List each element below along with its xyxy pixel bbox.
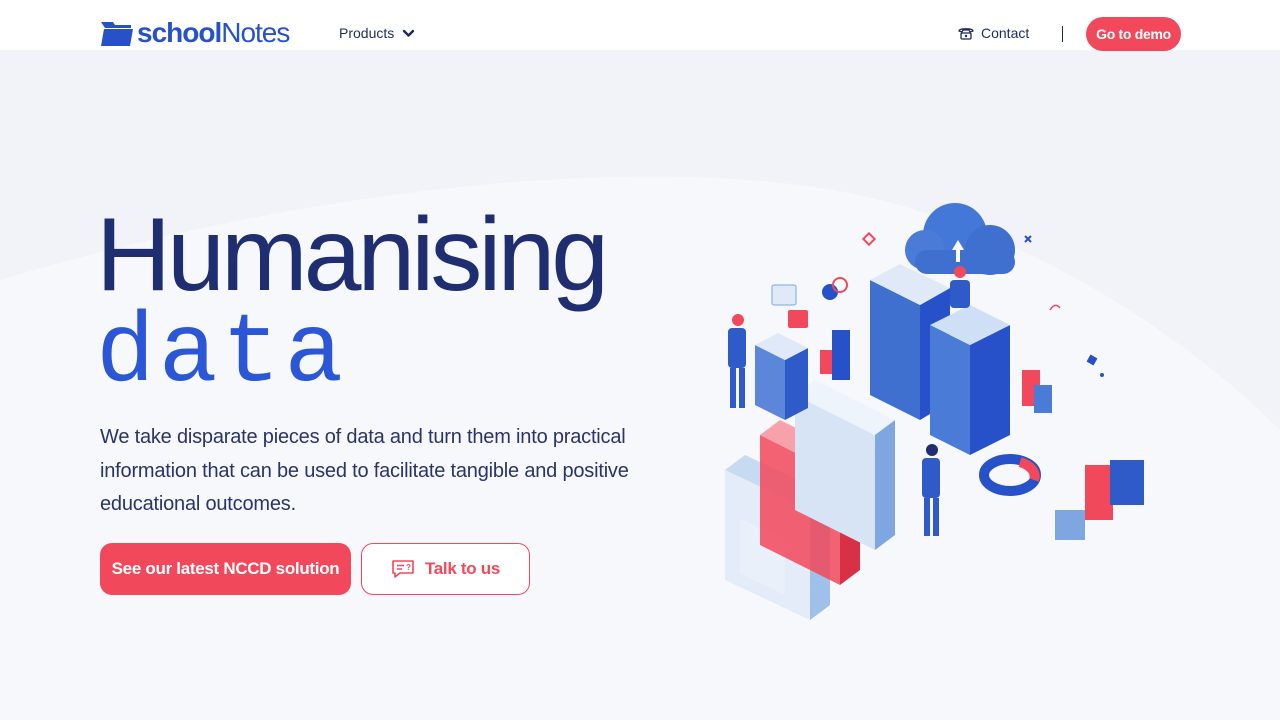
logo-school-text: school xyxy=(137,17,222,48)
logo[interactable]: schoolNotes xyxy=(100,17,290,48)
phone-icon xyxy=(958,28,974,40)
chat-bubble-icon: ? xyxy=(392,560,414,578)
hero-description: We take disparate pieces of data and tur… xyxy=(100,426,629,515)
chevron-down-icon xyxy=(403,29,415,37)
folder-icon xyxy=(101,22,133,46)
go-to-demo-button[interactable]: Go to demo xyxy=(1086,17,1181,51)
talk-to-us-label: Talk to us xyxy=(424,559,501,578)
books-illustration xyxy=(725,380,895,620)
cloud-illustration xyxy=(905,203,1015,275)
logo-text: schoolNotes xyxy=(137,17,290,48)
data-center-illustration xyxy=(725,203,1144,620)
hero-subtitle: data xyxy=(96,299,348,410)
nav-products-label: Products xyxy=(339,25,395,41)
hero-title: Humanising xyxy=(96,197,609,313)
nccd-solution-button[interactable]: See our latest NCCD solution xyxy=(100,543,351,595)
svg-text:?: ? xyxy=(406,563,411,572)
nav-contact-label: Contact xyxy=(981,25,1030,41)
site-header: schoolNotes Products Contact Go to demo xyxy=(0,0,1280,51)
talk-to-us-button[interactable]: ? Talk to us xyxy=(361,543,530,595)
nav-products[interactable]: Products xyxy=(339,25,415,41)
nav-contact[interactable]: Contact xyxy=(958,25,1029,41)
nav-divider xyxy=(1062,26,1063,42)
logo-notes-text: Notes xyxy=(221,17,290,48)
